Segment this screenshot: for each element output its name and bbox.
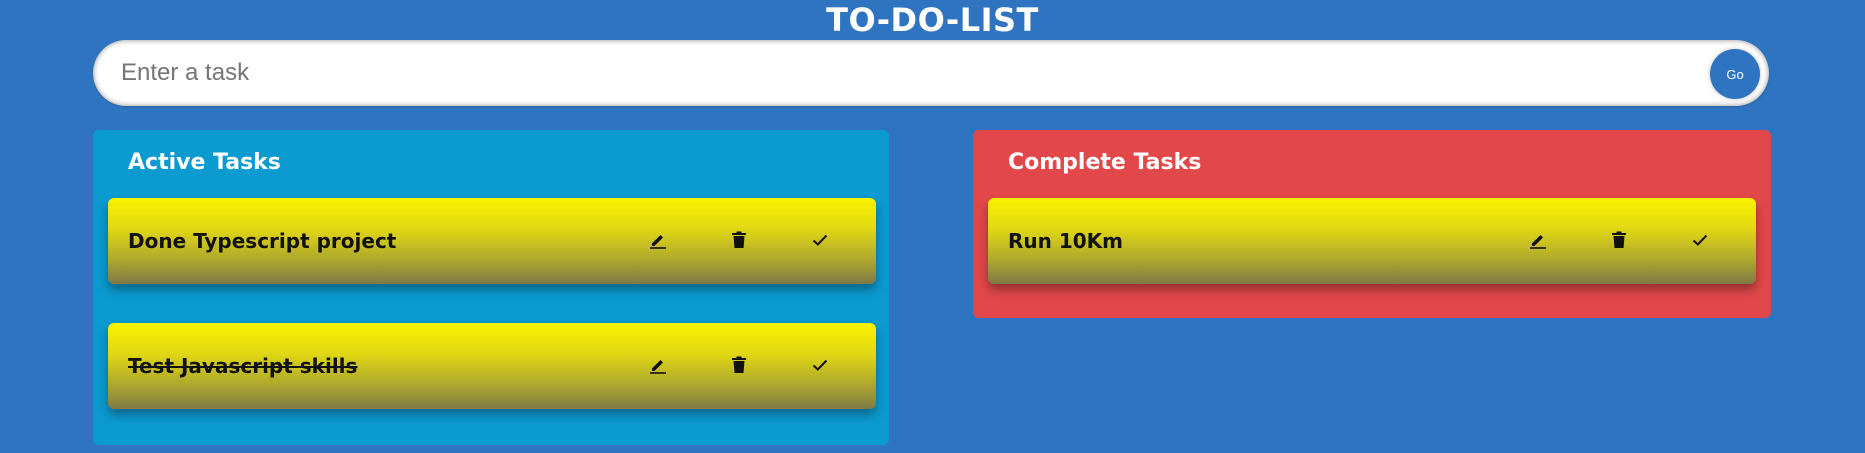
- page-title: TO-DO-LIST: [826, 1, 1039, 39]
- delete-icon[interactable]: [725, 351, 753, 379]
- check-icon[interactable]: [806, 351, 834, 379]
- edit-icon[interactable]: [1524, 226, 1552, 254]
- go-button[interactable]: Go: [1710, 49, 1760, 99]
- task-card[interactable]: Done Typescript project: [108, 198, 876, 284]
- edit-icon[interactable]: [644, 351, 672, 379]
- delete-icon[interactable]: [1605, 226, 1633, 254]
- active-tasks-panel: Active Tasks Done Typescript project Tes…: [93, 130, 889, 445]
- delete-icon[interactable]: [725, 226, 753, 254]
- check-icon[interactable]: [806, 226, 834, 254]
- check-icon[interactable]: [1686, 226, 1714, 254]
- task-form: Go: [93, 40, 1769, 106]
- task-card[interactable]: Run 10Km: [988, 198, 1756, 284]
- task-text: Run 10Km: [1008, 229, 1124, 253]
- edit-icon[interactable]: [644, 226, 672, 254]
- complete-tasks-heading: Complete Tasks: [1008, 150, 1202, 175]
- task-input[interactable]: [121, 48, 1681, 98]
- complete-tasks-panel: Complete Tasks Run 10Km: [973, 130, 1771, 318]
- task-text: Test Javascript skills: [128, 354, 358, 378]
- task-card[interactable]: Test Javascript skills: [108, 323, 876, 409]
- active-tasks-heading: Active Tasks: [128, 150, 281, 175]
- task-text: Done Typescript project: [128, 229, 397, 253]
